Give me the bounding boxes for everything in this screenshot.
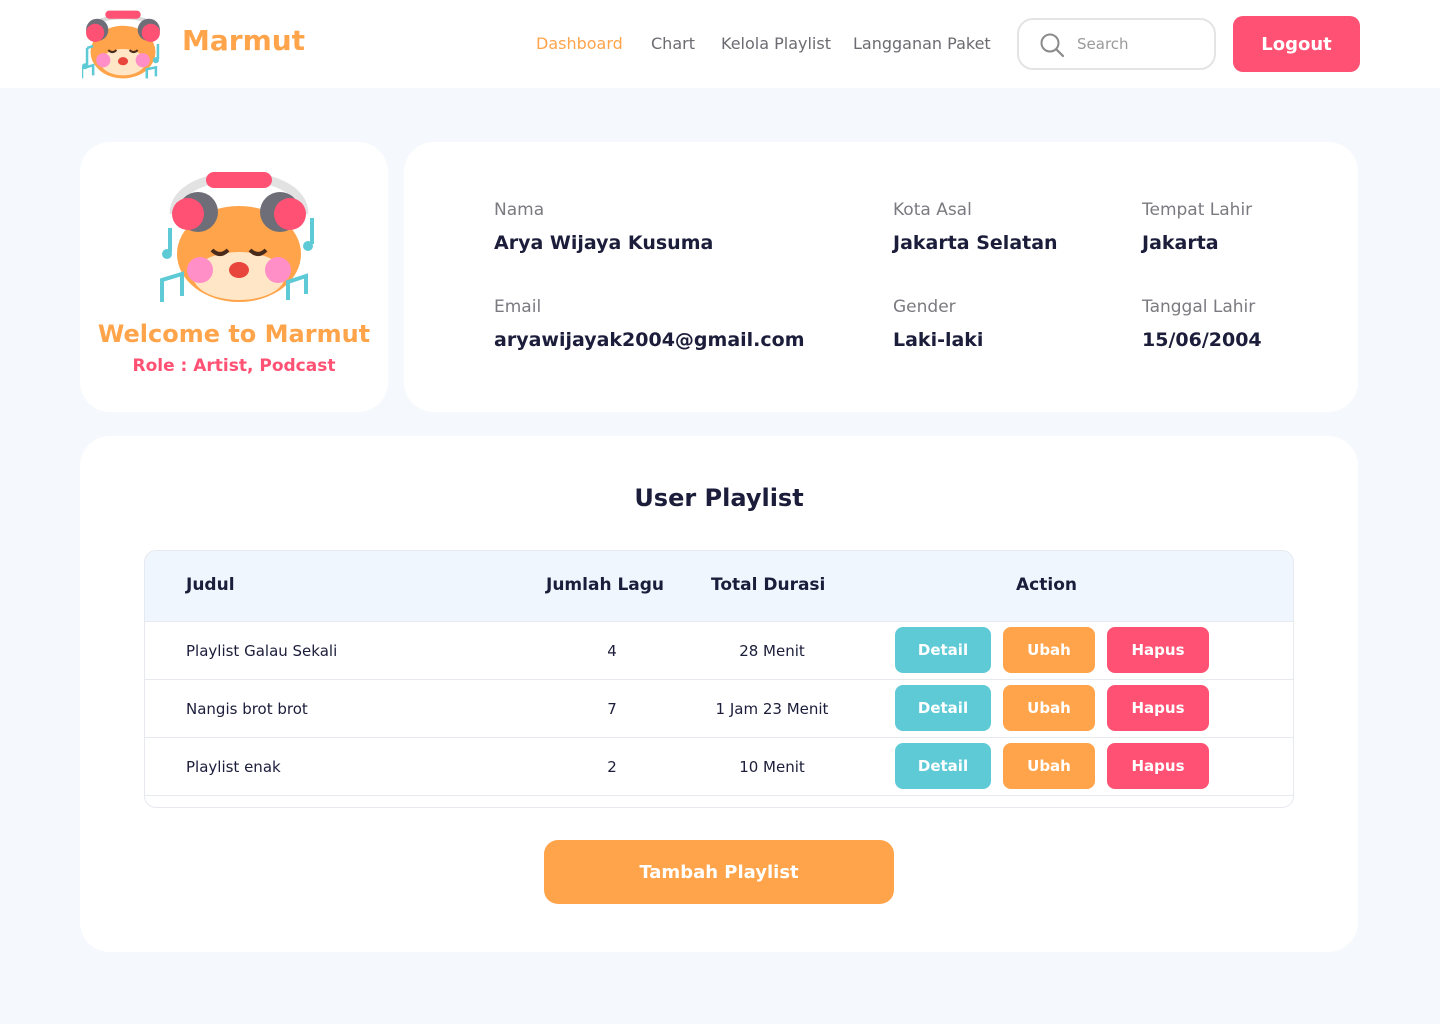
gender-label: Gender [893, 297, 956, 317]
playlist-jumlah-lagu: 7 [607, 700, 617, 718]
role-text: Role : Artist, Podcast [132, 356, 336, 376]
ubah-button[interactable]: Ubah [1003, 685, 1095, 731]
hapus-button[interactable]: Hapus [1107, 627, 1209, 673]
tambah-playlist-button[interactable]: Tambah Playlist [544, 840, 894, 904]
playlist-title: User Playlist [634, 484, 804, 512]
email-label: Email [494, 297, 542, 317]
detail-button[interactable]: Detail [895, 627, 991, 673]
column-header-action: Action [1016, 575, 1077, 595]
playlist-total-durasi: 1 Jam 23 Menit [715, 700, 829, 718]
playlist-judul: Playlist enak [186, 758, 281, 776]
tanggal-lahir-label: Tanggal Lahir [1142, 297, 1256, 317]
gender-value: Laki-laki [893, 329, 984, 351]
table-row: Nangis brot brot 7 1 Jam 23 Menit Detail… [145, 680, 1293, 738]
nav-dashboard[interactable]: Dashboard [536, 34, 623, 53]
hapus-button[interactable]: Hapus [1107, 685, 1209, 731]
playlist-table: Judul Jumlah Lagu Total Durasi Action Pl… [144, 550, 1294, 808]
tempat-lahir-label: Tempat Lahir [1142, 200, 1253, 220]
table-row: Playlist Galau Sekali 4 28 Menit Detail … [145, 622, 1293, 680]
kota-asal-value: Jakarta Selatan [893, 232, 1058, 254]
nama-label: Nama [494, 200, 545, 220]
detail-button[interactable]: Detail [895, 743, 991, 789]
playlist-card: User Playlist Judul Jumlah Lagu Total Du… [80, 436, 1358, 952]
marmut-logo-icon[interactable] [80, 8, 164, 80]
user-info-card: Nama Arya Wijaya Kusuma Kota Asal Jakart… [404, 142, 1358, 412]
hapus-button[interactable]: Hapus [1107, 743, 1209, 789]
email-value: aryawijayak2004@gmail.com [494, 329, 805, 351]
nav-chart[interactable]: Chart [651, 34, 695, 53]
column-header-judul: Judul [186, 575, 235, 595]
welcome-heading: Welcome to Marmut [97, 320, 371, 348]
kota-asal-label: Kota Asal [893, 200, 972, 220]
playlist-jumlah-lagu: 4 [607, 642, 617, 660]
search-icon [1040, 33, 1065, 58]
playlist-total-durasi: 10 Menit [739, 758, 805, 776]
table-row: Playlist enak 2 10 Menit Detail Ubah Hap… [145, 738, 1293, 796]
profile-card: Welcome to Marmut Role : Artist, Podcast [80, 142, 388, 412]
playlist-judul: Nangis brot brot [186, 700, 308, 718]
ubah-button[interactable]: Ubah [1003, 627, 1095, 673]
column-header-jumlah-lagu: Jumlah Lagu [546, 575, 665, 595]
tanggal-lahir-value: 15/06/2004 [1142, 329, 1262, 351]
playlist-jumlah-lagu: 2 [607, 758, 617, 776]
playlist-judul: Playlist Galau Sekali [186, 642, 338, 660]
search-box[interactable] [1017, 18, 1216, 70]
ubah-button[interactable]: Ubah [1003, 743, 1095, 789]
table-header: Judul Jumlah Lagu Total Durasi Action [145, 551, 1293, 622]
search-input[interactable] [1077, 32, 1207, 56]
playlist-total-durasi: 28 Menit [739, 642, 805, 660]
tempat-lahir-value: Jakarta [1142, 232, 1219, 254]
top-navbar: Marmut Dashboard Chart Kelola Playlist L… [0, 0, 1440, 88]
detail-button[interactable]: Detail [895, 685, 991, 731]
nav-kelola-playlist[interactable]: Kelola Playlist [721, 34, 831, 53]
column-header-total-durasi: Total Durasi [711, 575, 826, 595]
marmut-mascot-icon [158, 164, 320, 304]
logout-button[interactable]: Logout [1233, 16, 1360, 72]
brand-name[interactable]: Marmut [182, 24, 305, 57]
nama-value: Arya Wijaya Kusuma [494, 232, 714, 254]
nav-langganan-paket[interactable]: Langganan Paket [853, 34, 991, 53]
